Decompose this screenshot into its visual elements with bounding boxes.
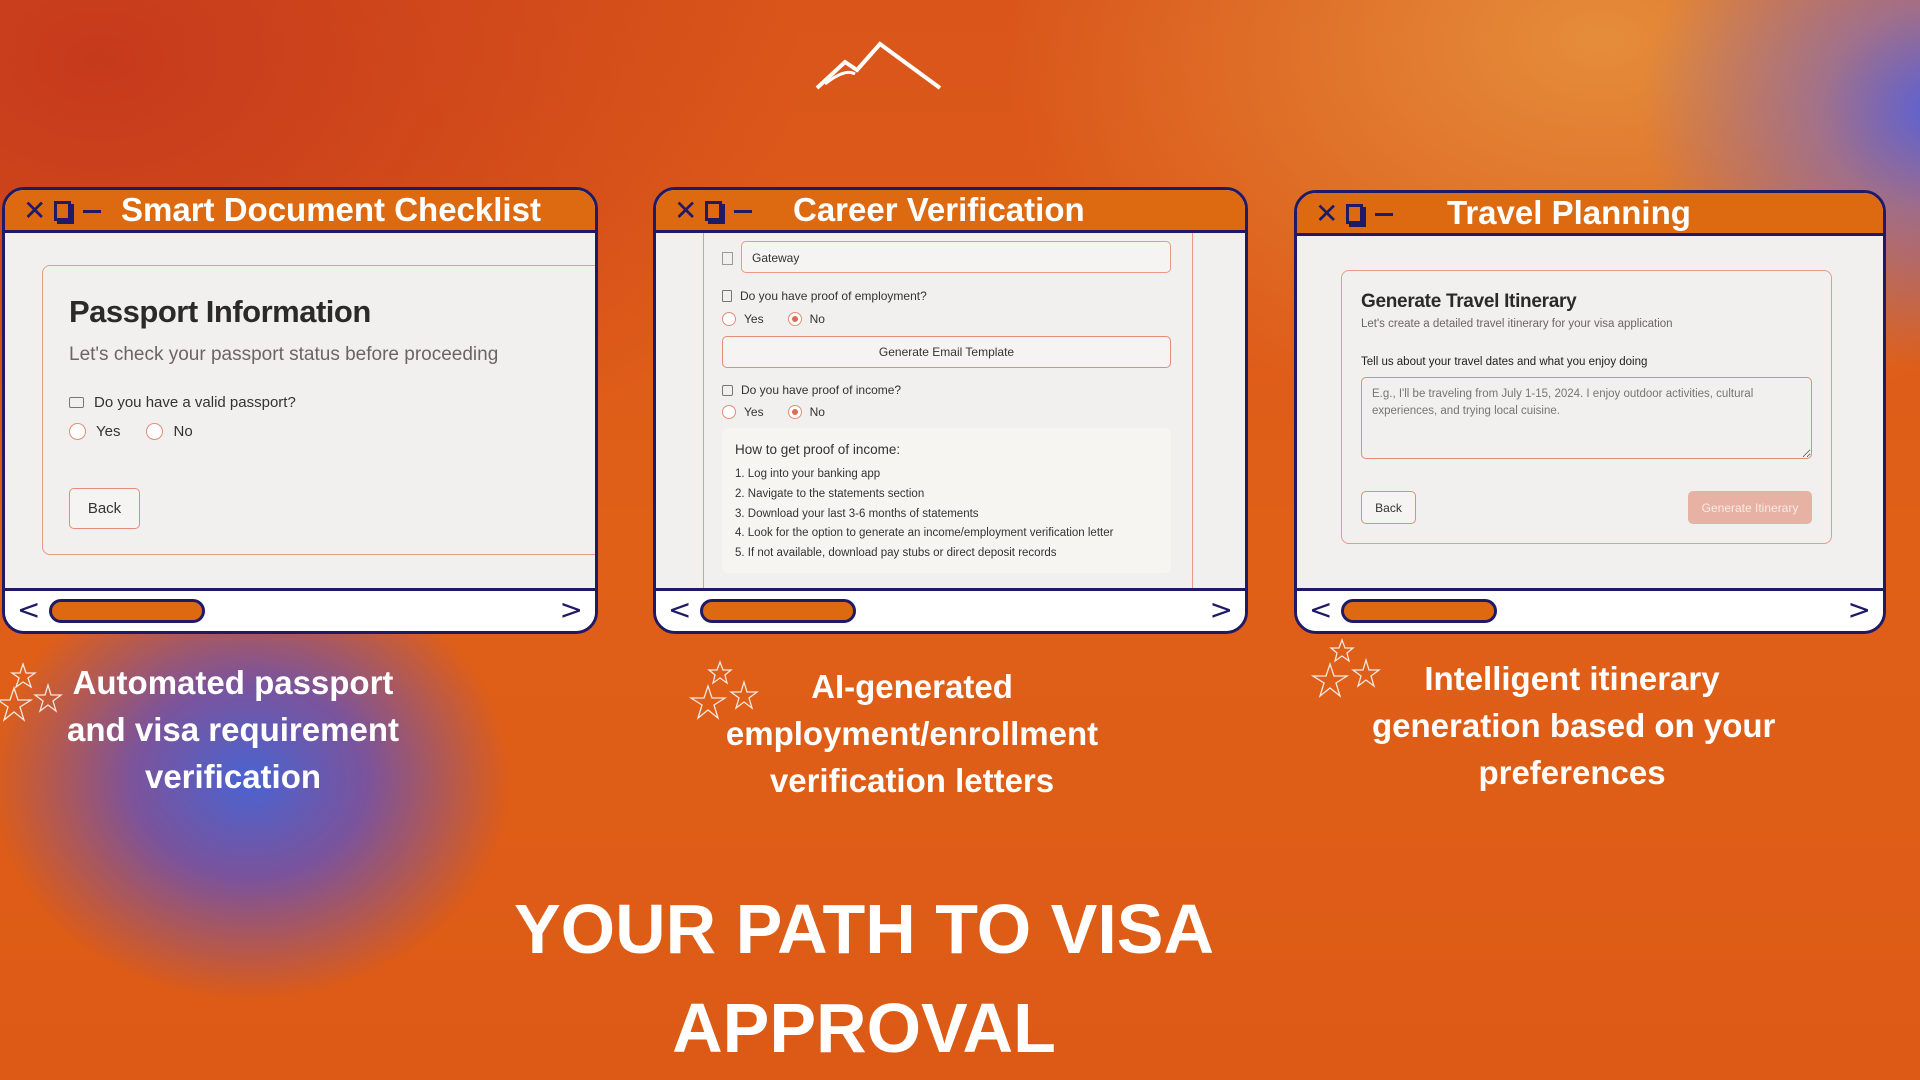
headline-line: YOUR PATH TO VISA [513,890,1215,968]
document-icon [722,290,732,302]
generate-itinerary-button[interactable]: Generate Itinerary [1688,491,1812,524]
close-icon[interactable]: ✕ [23,197,46,225]
window-title: Smart Document Checklist [121,191,541,228]
window-restore-icon[interactable] [54,201,72,221]
title-bar: ✕ Travel Planning [1297,193,1883,236]
scroll-right-icon[interactable]: > [560,593,583,626]
scrollbar[interactable]: < > [1297,588,1883,631]
caption-line: and visa requirement [67,711,399,748]
passport-card: Passport Information Let's check your pa… [42,265,595,555]
step-item: 1. Log into your banking app [735,468,881,480]
income-question: Do you have proof of income? [741,383,902,397]
radio-label: No [173,423,193,440]
steps-list: 1. Log into your banking app 2. Navigate… [735,465,1158,564]
wallet-icon [722,384,733,396]
generate-email-template-button[interactable]: Generate Email Template [722,336,1171,368]
caption-line: employment/enrollment [725,715,1099,752]
travel-details-textarea[interactable] [1361,377,1812,459]
scrollbar-thumb[interactable] [700,599,856,623]
scroll-left-icon[interactable]: < [17,593,40,626]
radio-no[interactable] [146,423,164,440]
textarea-label: Tell us about your travel dates and what… [1361,356,1648,368]
scroll-left-icon[interactable]: < [668,593,691,626]
caption-line: Automated passport [72,664,394,701]
back-button[interactable]: Back [1361,491,1416,524]
caption-line: generation based on your [1372,707,1776,744]
info-heading: How to get proof of income: [735,442,901,457]
caption-line: verification [144,758,322,795]
radio-yes[interactable] [69,423,86,440]
employment-radio-yes[interactable] [722,312,736,326]
close-icon[interactable]: ✕ [674,197,697,225]
form-card: Gateway Do you have proof of employment?… [703,233,1193,593]
close-icon[interactable]: ✕ [1315,200,1338,228]
headline: YOUR PATH TO VISA APPROVAL [364,880,1364,1078]
card-subtitle: Let's check your passport status before … [69,344,499,365]
passport-question: Do you have a valid passport? [94,394,296,411]
window-restore-icon[interactable] [1346,204,1364,224]
radio-label: Yes [744,312,764,326]
caption-line: verification letters [769,762,1055,799]
minimize-icon[interactable] [1375,212,1394,216]
caption-travel: Intelligent itinerary generation based on… [1372,655,1776,796]
caption-line: preferences [1478,754,1666,791]
title-bar: ✕ Career Verification [656,190,1245,233]
minimize-icon[interactable] [734,209,753,213]
radio-label: Yes [744,405,764,419]
title-bar: ✕ Smart Document Checklist [5,190,595,233]
minimize-icon[interactable] [83,209,102,213]
building-icon [722,252,733,265]
card-title: Passport Information [69,294,371,329]
mountain-icon [815,41,942,90]
income-radio-no[interactable] [787,405,802,419]
window-title: Career Verification [793,191,1085,228]
headline-line: APPROVAL [672,989,1056,1067]
scroll-right-icon[interactable]: > [1210,593,1233,626]
card-title: Generate Travel Itinerary [1361,291,1577,312]
window-restore-icon[interactable] [705,201,723,221]
caption-career: AI-generated employment/enrollment verific… [712,663,1112,804]
scrollbar-thumb[interactable] [49,599,205,623]
window-travel-planning: ✕ Travel Planning Generate Travel Itiner… [1294,190,1886,634]
income-radio-yes[interactable] [722,405,736,419]
back-button[interactable]: Back [69,488,140,529]
company-input[interactable]: Gateway [741,241,1171,273]
radio-label: Yes [96,423,121,440]
employment-radio-no[interactable] [787,312,802,326]
step-item: 3. Download your last 3-6 months of stat… [735,507,979,520]
scroll-right-icon[interactable]: > [1848,593,1871,626]
scrollbar-thumb[interactable] [1341,599,1497,623]
caption-line: AI-generated [811,668,1013,705]
window-smart-document-checklist: ✕ Smart Document Checklist Passport Info… [2,187,598,634]
caption-line: Intelligent itinerary [1424,660,1720,697]
scroll-left-icon[interactable]: < [1309,593,1332,626]
step-item: 5. If not available, download pay stubs … [735,547,1057,560]
caption-passport: Automated passport and visa requirement ve… [33,659,433,800]
scrollbar[interactable]: < > [656,588,1245,631]
employment-question: Do you have proof of employment? [740,289,927,303]
itinerary-card: Generate Travel Itinerary Let's create a… [1341,270,1832,544]
scrollbar[interactable]: < > [5,588,595,631]
radio-label: No [809,312,825,326]
window-title: Travel Planning [1447,194,1691,231]
income-info-box: How to get proof of income: 1. Log into … [722,428,1171,573]
step-item: 4. Look for the option to generate an in… [735,527,1114,540]
card-subtitle: Let's create a detailed travel itinerary… [1361,318,1673,330]
radio-label: No [809,405,825,419]
step-item: 2. Navigate to the statements section [735,487,925,500]
window-career-verification: ✕ Career Verification Gateway Do you hav… [653,187,1248,634]
id-card-icon [69,397,84,408]
